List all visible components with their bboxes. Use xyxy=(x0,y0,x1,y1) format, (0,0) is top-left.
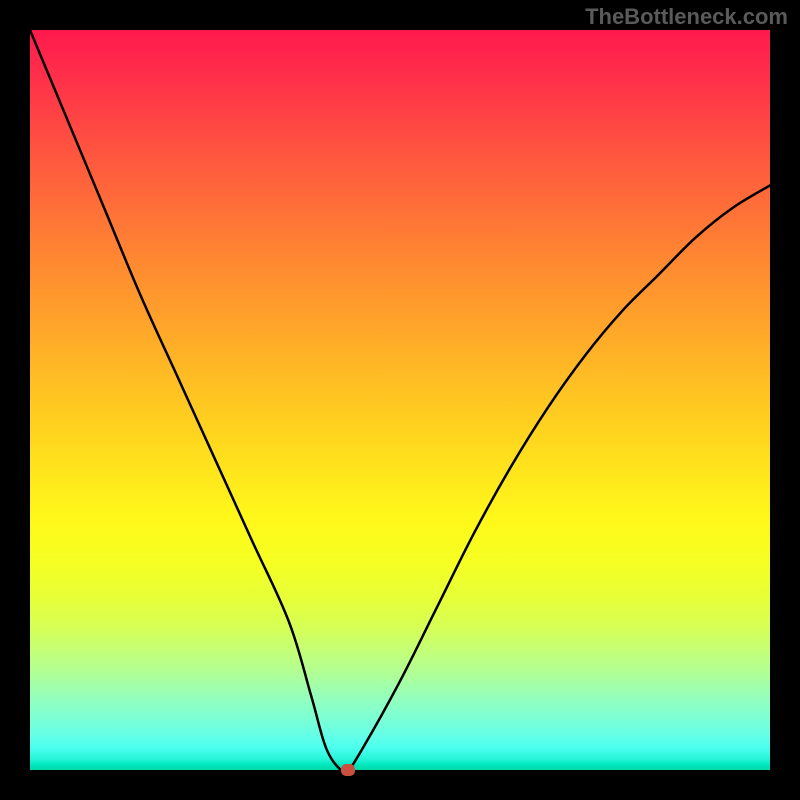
optimal-point-marker xyxy=(341,764,355,776)
watermark-text: TheBottleneck.com xyxy=(585,4,788,30)
chart-plot-area xyxy=(30,30,770,770)
curve-svg xyxy=(30,30,770,770)
bottleneck-curve xyxy=(30,30,770,770)
